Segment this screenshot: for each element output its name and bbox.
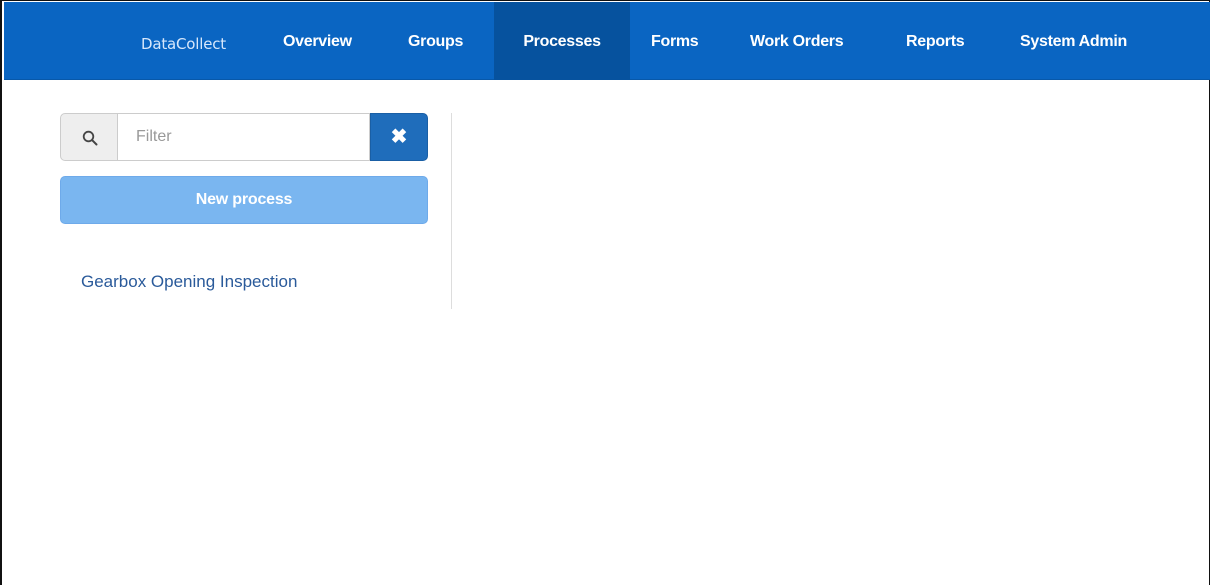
nav-item-processes[interactable]: Processes [494, 2, 630, 80]
app-window: DataCollect Overview Groups Processes Fo… [0, 0, 1210, 585]
nav-item-reports[interactable]: Reports [891, 2, 979, 80]
top-navbar: DataCollect Overview Groups Processes Fo… [4, 2, 1210, 80]
process-list-item[interactable]: Gearbox Opening Inspection [81, 272, 297, 292]
nav-item-overview[interactable]: Overview [268, 2, 367, 80]
search-icon [60, 113, 118, 161]
nav-item-forms[interactable]: Forms [636, 2, 713, 80]
nav-item-groups[interactable]: Groups [393, 2, 478, 80]
nav-item-work-orders[interactable]: Work Orders [735, 2, 858, 80]
brand-logo[interactable]: DataCollect [141, 35, 226, 53]
sidebar-divider [451, 113, 452, 309]
filter-group: ✖ [60, 113, 428, 161]
nav-item-system-admin[interactable]: System Admin [1005, 2, 1142, 80]
filter-input[interactable] [117, 113, 370, 161]
close-icon: ✖ [390, 126, 408, 148]
new-process-button[interactable]: New process [60, 176, 428, 224]
clear-filter-button[interactable]: ✖ [370, 113, 428, 161]
